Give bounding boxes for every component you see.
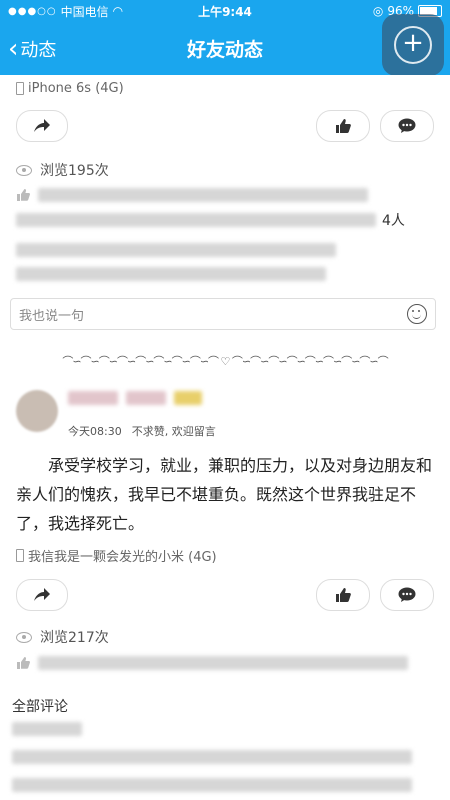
comment-placeholder: 我也说一句: [19, 308, 85, 324]
emoji-icon[interactable]: [407, 304, 427, 324]
view-count: 浏览217次: [16, 627, 109, 647]
status-time: 上午9:44: [198, 4, 252, 19]
wifi-icon: ◠: [112, 4, 124, 18]
comment-preview: [16, 243, 336, 281]
back-label: 动态: [20, 39, 57, 61]
thumbs-up-icon: [17, 189, 30, 201]
top-bar: ●●●○○ 中国电信 ◠ 上午9:44 ◎ 96% ‹ 动态 好友动态 +: [0, 0, 450, 76]
author-name-blurred[interactable]: [68, 391, 202, 405]
comment-icon: [398, 587, 416, 602]
share-icon: [34, 119, 50, 132]
nav-bar: ‹ 动态 好友动态 +: [0, 14, 450, 76]
liker-names-blurred: [38, 656, 408, 670]
divider-text: ⌒∽⌒∽⌒∽⌒∽⌒∽⌒∽⌒∽⌒∽⌒ ♡ ⌒∽⌒∽⌒∽⌒∽⌒∽⌒∽⌒∽⌒∽⌒: [62, 355, 388, 368]
likes-count: 4人: [382, 213, 405, 229]
action-row: [16, 579, 434, 611]
post-device: 我信我是一颗会发光的小米 (4G): [16, 546, 217, 565]
share-icon: [34, 588, 50, 601]
like-button[interactable]: [316, 579, 370, 611]
thumbs-up-icon: [17, 657, 30, 669]
device-label: iPhone 6s (4G): [28, 81, 124, 96]
share-button[interactable]: [16, 579, 68, 611]
back-button[interactable]: ‹ 动态: [0, 36, 56, 62]
post-text: 承受学校学习，就业，兼职的压力，以及对身边朋友和亲人们的愧疚，我早已不堪重负。既…: [16, 456, 433, 533]
post-privacy: 不求赞, 欢迎留言: [131, 425, 216, 438]
carrier-label: 中国电信: [60, 4, 109, 19]
comment-blurred: [12, 750, 412, 764]
eye-icon: [16, 631, 32, 643]
likes-list-line-2: 4人: [16, 210, 434, 230]
views-label: 浏览195次: [40, 163, 109, 179]
plus-icon: +: [394, 26, 432, 64]
eye-icon: [16, 164, 32, 176]
post-meta: 今天08:30 不求赞, 欢迎留言: [68, 423, 216, 439]
post-card-1: iPhone 6s (4G) 浏览195次 4人 我也说一句: [0, 75, 450, 347]
phone-icon: [16, 82, 24, 95]
device-label: 我信我是一颗会发光的小米 (4G): [28, 550, 217, 565]
likes-list: [16, 188, 434, 202]
comment-blurred: [12, 778, 412, 792]
lock-icon: ◎: [372, 4, 384, 18]
view-count: 浏览195次: [16, 160, 109, 180]
comment-icon: [398, 118, 416, 133]
comment-button[interactable]: [380, 110, 434, 142]
vip-badge-icon: [174, 391, 202, 405]
avatar[interactable]: [16, 390, 58, 432]
chevron-left-icon: ‹: [8, 33, 19, 64]
name-blur: [68, 391, 118, 405]
status-bar: ●●●○○ 中国电信 ◠ 上午9:44 ◎ 96%: [0, 0, 450, 22]
comment-blurred: [16, 267, 326, 281]
liker-names-blurred: [16, 213, 376, 227]
post-card-2: 今天08:30 不求赞, 欢迎留言 承受学校学习，就业，兼职的压力，以及对身边朋…: [0, 375, 450, 800]
comment-list: [12, 722, 412, 792]
post-device: iPhone 6s (4G): [16, 81, 124, 96]
views-label: 浏览217次: [40, 630, 109, 646]
comments-title: 全部评论: [12, 699, 68, 715]
phone-icon: [16, 549, 24, 562]
thumbs-up-icon: [336, 588, 351, 602]
signal-icon: ●●●○○: [8, 5, 57, 17]
thumbs-up-icon: [336, 119, 351, 133]
name-blur: [126, 391, 166, 405]
decorative-divider: ⌒∽⌒∽⌒∽⌒∽⌒∽⌒∽⌒∽⌒∽⌒ ♡ ⌒∽⌒∽⌒∽⌒∽⌒∽⌒∽⌒∽⌒∽⌒: [0, 347, 450, 375]
post-time: 今天08:30: [68, 425, 122, 438]
comment-input[interactable]: 我也说一句: [10, 298, 436, 330]
commenter-blurred: [12, 722, 82, 736]
share-button[interactable]: [16, 110, 68, 142]
floating-add-button[interactable]: +: [382, 14, 444, 76]
action-row: [16, 110, 434, 142]
like-button[interactable]: [316, 110, 370, 142]
comment-button[interactable]: [380, 579, 434, 611]
liker-names-blurred: [38, 188, 368, 202]
comment-blurred: [16, 243, 336, 257]
likes-list: [16, 656, 434, 670]
